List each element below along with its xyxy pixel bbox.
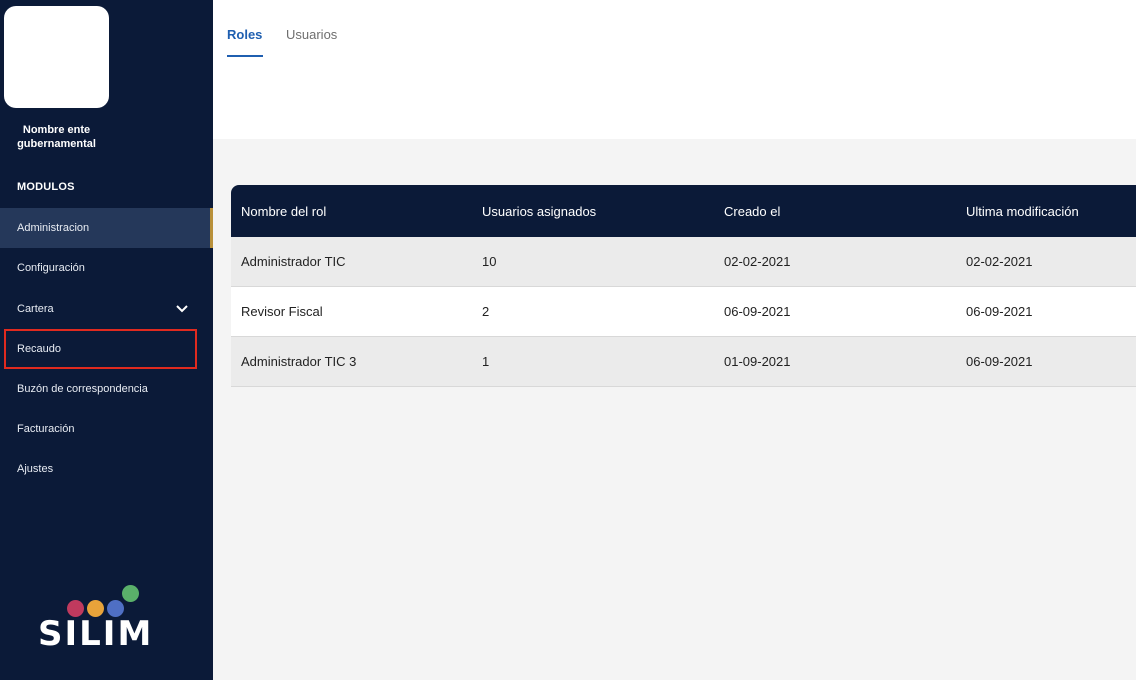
- sidebar-item-label: Recaudo: [17, 343, 62, 355]
- header-last-modified[interactable]: Ultima modificación: [966, 185, 1079, 239]
- sidebar-item-label: Configuración: [17, 262, 85, 274]
- table-row[interactable]: Administrador TIC 3 1 01-09-2021 06-09-2…: [231, 337, 1136, 387]
- sidebar-item-administracion[interactable]: Administracion: [0, 208, 213, 248]
- entity-name: Nombre ente gubernamental: [0, 123, 113, 151]
- sidebar-item-label: Cartera: [17, 303, 54, 315]
- last-modified-cell: 06-09-2021: [966, 354, 1033, 369]
- sidebar-item-label: Ajustes: [17, 463, 54, 475]
- sidebar-item-buzon[interactable]: Buzón de correspondencia: [0, 369, 213, 409]
- top-tab-bar: [213, 0, 1136, 139]
- entity-logo: [4, 6, 109, 108]
- role-name-cell: Administrador TIC 3: [241, 354, 357, 369]
- header-assigned-users[interactable]: Usuarios asignados: [482, 185, 596, 239]
- roles-table: Nombre del rol Usuarios asignados Creado…: [231, 185, 1136, 387]
- sidebar-item-cartera[interactable]: Cartera: [0, 289, 213, 329]
- header-role-name[interactable]: Nombre del rol: [241, 185, 326, 239]
- table-row[interactable]: Administrador TIC 10 02-02-2021 02-02-20…: [231, 237, 1136, 287]
- sidebar-item-label: Administracion: [17, 222, 90, 234]
- assigned-users-cell: 1: [482, 354, 490, 369]
- table-header: Nombre del rol Usuarios asignados Creado…: [231, 185, 1136, 237]
- assigned-users-cell: 10: [482, 254, 497, 269]
- active-tab-indicator: [227, 55, 263, 57]
- created-cell: 02-02-2021: [724, 254, 791, 269]
- brand-logo: SILIM: [38, 584, 178, 654]
- entity-name-line2: gubernamental: [17, 138, 96, 150]
- sidebar-item-label: Buzón de correspondencia: [17, 383, 148, 395]
- last-modified-cell: 02-02-2021: [966, 254, 1033, 269]
- role-name-cell: Revisor Fiscal: [241, 304, 323, 319]
- sidebar-item-recaudo[interactable]: Recaudo: [4, 329, 197, 369]
- chevron-down-icon[interactable]: [175, 302, 189, 316]
- sidebar-item-ajustes[interactable]: Ajustes: [0, 449, 213, 489]
- role-name-cell: Administrador TIC: [241, 254, 346, 269]
- sidebar-item-configuracion[interactable]: Configuración: [0, 248, 213, 288]
- sidebar-item-label: Facturación: [17, 423, 75, 435]
- assigned-users-cell: 2: [482, 304, 490, 319]
- created-cell: 06-09-2021: [724, 304, 791, 319]
- tab-roles[interactable]: Roles: [227, 27, 262, 42]
- tab-usuarios[interactable]: Usuarios: [286, 27, 337, 42]
- header-created[interactable]: Creado el: [724, 185, 780, 239]
- created-cell: 01-09-2021: [724, 354, 791, 369]
- entity-name-line1: Nombre ente: [22, 124, 91, 136]
- last-modified-cell: 06-09-2021: [966, 304, 1033, 319]
- modules-heading: MODULOS: [17, 181, 75, 193]
- sidebar-item-facturacion[interactable]: Facturación: [0, 409, 213, 449]
- brand-name: SILIM: [38, 614, 154, 654]
- table-row[interactable]: Revisor Fiscal 2 06-09-2021 06-09-2021: [231, 287, 1136, 337]
- sidebar: Nombre ente gubernamental MODULOS Admini…: [0, 0, 213, 680]
- brand-dot-icon: [122, 585, 139, 602]
